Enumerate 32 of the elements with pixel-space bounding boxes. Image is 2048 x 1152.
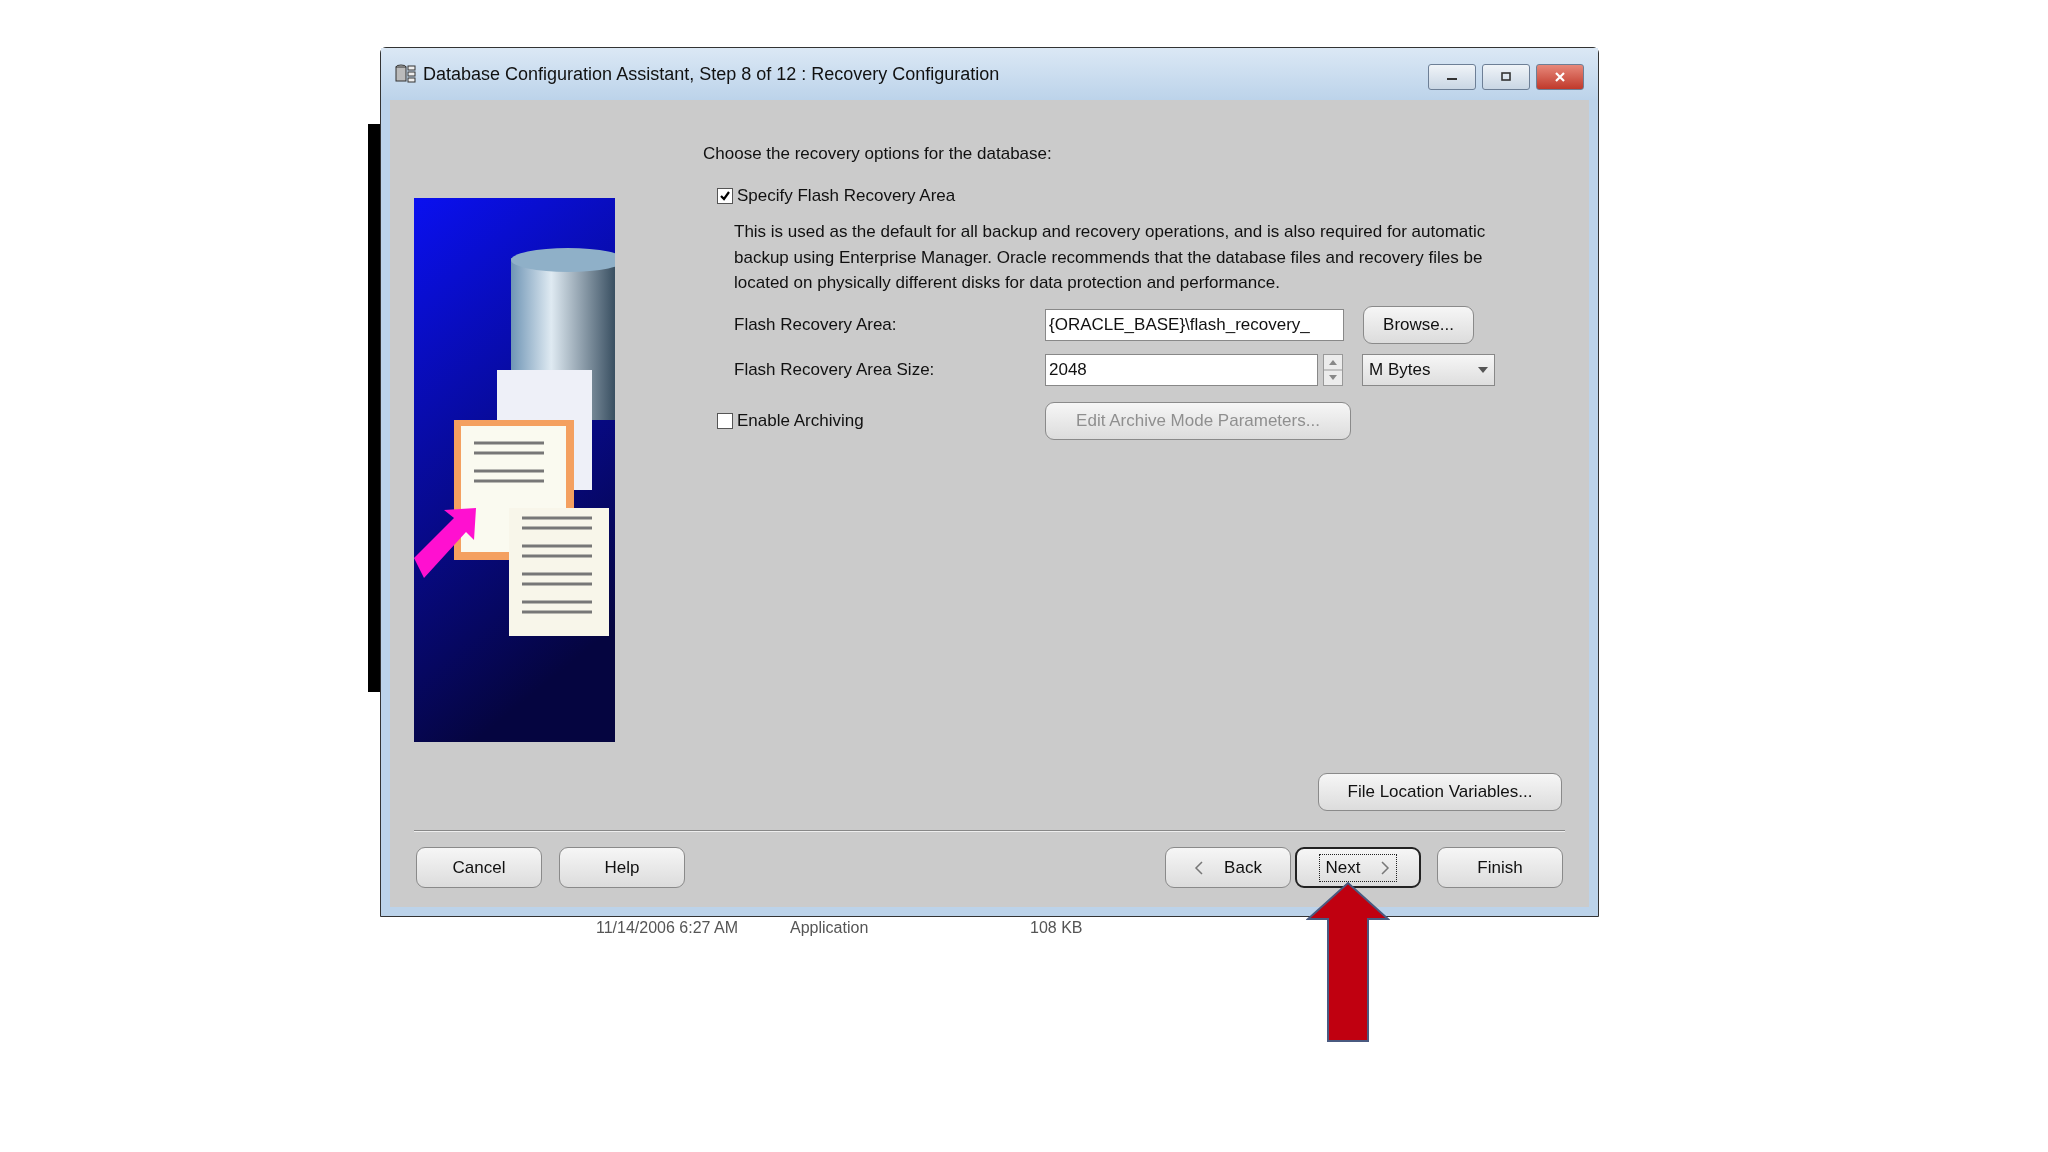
back-button[interactable]: Back <box>1165 847 1291 888</box>
window-title: Database Configuration Assistant, Step 8 of 12 : Recovery Configuration <box>423 63 1001 85</box>
wizard-button[interactable]: Finish <box>1437 847 1563 888</box>
next-button[interactable]: Next <box>1295 847 1421 888</box>
close-button[interactable] <box>1536 64 1584 90</box>
maximize-icon <box>1499 72 1513 82</box>
description-text: This is used as the default for all backup and recovery operations, and is also required for automatic backup using Enterprise Manager. Oracle recommends that the database files and recovery files be located on physically different disks for data protection and performance. <box>734 221 1487 294</box>
spinner[interactable] <box>1323 353 1343 386</box>
field-label: Flash Recovery Area Size: <box>734 359 936 380</box>
chevron-left-icon <box>1194 860 1205 875</box>
unit-dropdown[interactable]: M Bytes <box>1362 353 1495 386</box>
checkbox[interactable] <box>717 188 733 204</box>
maximize-button[interactable] <box>1482 64 1530 90</box>
wizard-button[interactable]: Help <box>559 847 685 888</box>
minimize-button[interactable] <box>1428 64 1476 90</box>
wizard-button[interactable]: Cancel <box>416 847 542 888</box>
file-listing-text: 108 KB <box>1030 919 1083 937</box>
caret-icon <box>1478 366 1488 373</box>
database-icon <box>395 64 417 84</box>
file-listing-text: 11/14/2006 6:27 AM <box>596 919 740 937</box>
size-field[interactable]: 2048 <box>1045 353 1318 386</box>
instruction-text: Choose the recovery options for the database: <box>703 144 1053 164</box>
browse-button[interactable]: Browse... <box>1363 305 1474 344</box>
checkbox[interactable] <box>717 412 733 429</box>
path-field[interactable]: {ORACLE_BASE}\flash_recovery_ <box>1045 308 1344 341</box>
checkbox-label: Specify Flash Recovery Area <box>737 186 956 206</box>
field-label: Flash Recovery Area: <box>734 314 898 335</box>
file-location-variables-button[interactable]: File Location Variables... <box>1318 773 1562 811</box>
chevron-right-icon <box>1380 860 1391 875</box>
file-listing-text: Application <box>790 919 870 937</box>
close-icon <box>1553 72 1567 82</box>
checkbox-label: Enable Archiving <box>737 410 864 431</box>
